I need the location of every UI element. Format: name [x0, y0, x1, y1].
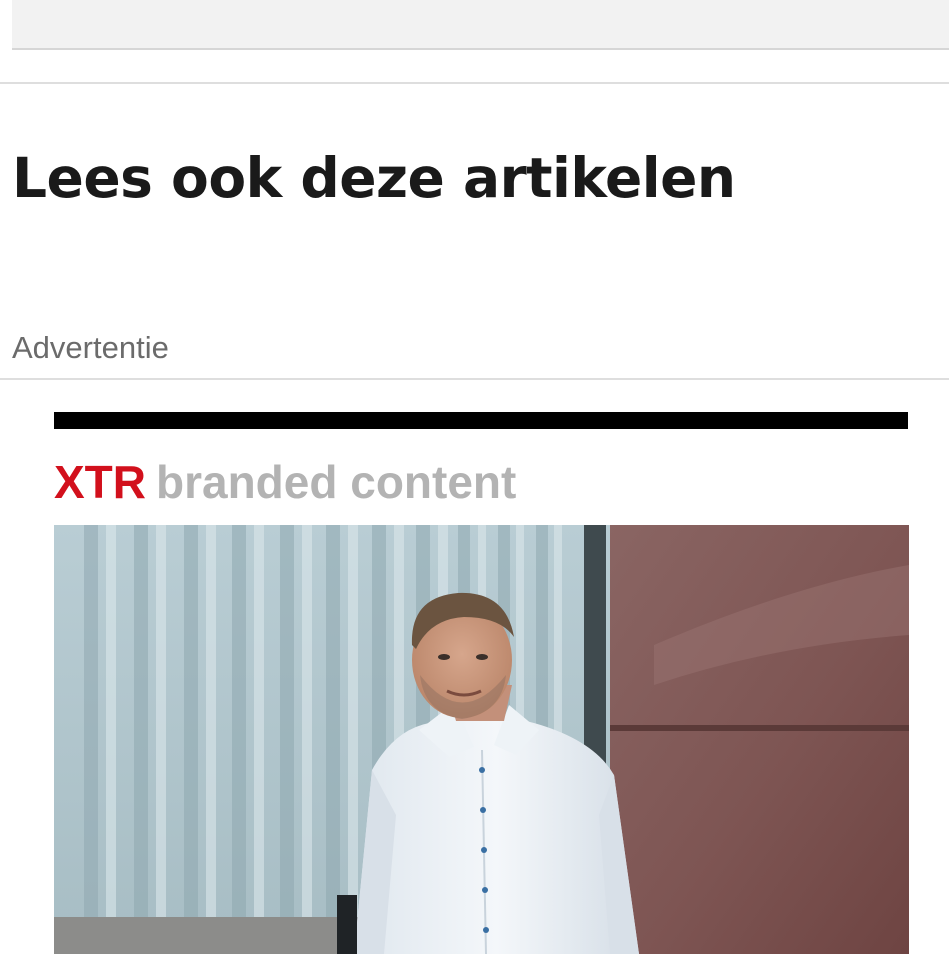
branded-content-ad[interactable]: XTR branded content	[54, 412, 909, 954]
advertisement-label: Advertentie	[12, 330, 169, 365]
brand-line: XTR branded content	[54, 454, 516, 510]
brand-suffix: branded content	[156, 456, 517, 508]
previous-content-box	[12, 0, 949, 50]
section-divider	[0, 82, 949, 84]
related-articles-heading: Lees ook deze artikelen	[12, 146, 736, 210]
advertisement-divider	[0, 378, 949, 380]
ad-top-bar	[54, 412, 908, 429]
brand-name: XTR	[54, 456, 146, 508]
ad-photo-illustration	[54, 525, 909, 954]
ad-photo[interactable]	[54, 525, 909, 954]
